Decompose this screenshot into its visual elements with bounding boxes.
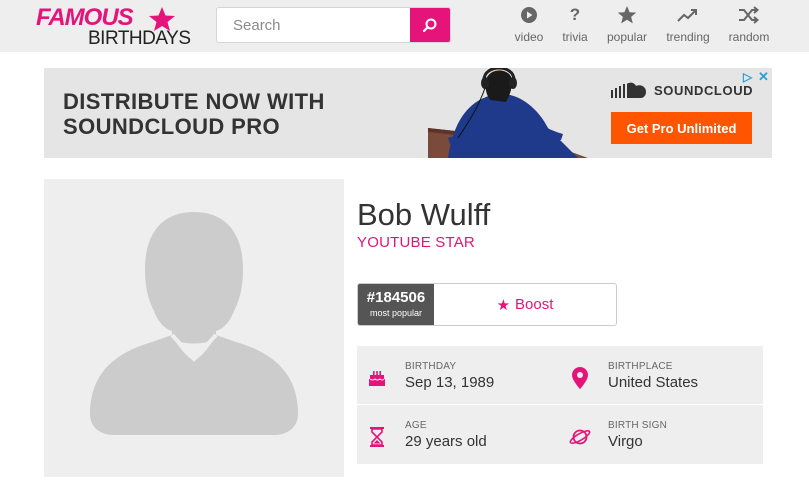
ad-headline: DISTRIBUTE NOW WITH SOUNDCLOUD PRO: [63, 89, 325, 139]
boost-button[interactable]: ★ Boost: [434, 284, 616, 325]
ad-cta-button[interactable]: Get Pro Unlimited: [611, 112, 752, 144]
nav-video[interactable]: video: [503, 4, 555, 48]
ad-headline-line2: SOUNDCLOUD PRO: [63, 114, 281, 139]
soundcloud-logo-icon: [611, 82, 646, 98]
rank-number: #184506: [366, 289, 426, 306]
nav-trivia[interactable]: ? trivia: [549, 4, 601, 48]
fact-birthplace-label: BIRTHPLACE: [608, 361, 673, 372]
search-icon: [422, 18, 437, 33]
fact-birthday: BIRTHDAY Sep 13, 1989: [357, 346, 557, 404]
nav-trivia-label: trivia: [562, 30, 588, 44]
ad-banner[interactable]: DISTRIBUTE NOW WITH SOUNDCLOUD PRO SOUND…: [44, 68, 772, 158]
nav-video-label: video: [514, 30, 544, 44]
fact-birth-sign-label: BIRTH SIGN: [608, 420, 668, 431]
fact-birth-sign-value[interactable]: Virgo: [608, 433, 643, 450]
fact-age: AGE 29 years old: [357, 405, 557, 463]
site-header: FAMOUS BIRTHDAYS video ? trivia: [0, 0, 809, 52]
profile-photo-placeholder: [44, 179, 344, 477]
facts-panel: BIRTHDAY Sep 13, 1989 BIRTHPLACE United …: [357, 346, 763, 464]
nav-random-label: random: [728, 30, 770, 44]
ad-close-icon[interactable]: ✕: [758, 69, 769, 85]
location-pin-icon: [572, 367, 588, 389]
default-avatar-icon: [90, 212, 298, 435]
search-bar: [216, 7, 451, 43]
ad-brand: SOUNDCLOUD: [610, 80, 753, 100]
fact-birthday-value[interactable]: Sep 13, 1989: [405, 374, 494, 391]
fact-birthday-label: BIRTHDAY: [405, 361, 457, 372]
site-logo[interactable]: FAMOUS BIRTHDAYS: [36, 5, 191, 49]
fact-birthplace: BIRTHPLACE United States: [560, 346, 760, 404]
star-icon: [617, 6, 637, 24]
shuffle-icon: [739, 6, 760, 24]
cake-icon: [369, 371, 385, 386]
trending-icon: [677, 9, 697, 22]
fact-age-label: AGE: [405, 420, 427, 431]
boost-star-icon: ★: [496, 296, 511, 314]
popularity-box: #184506 most popular ★ Boost: [357, 283, 617, 326]
nav-random[interactable]: random: [723, 4, 775, 48]
fact-age-value: 29 years old: [405, 433, 487, 450]
fact-birthplace-value[interactable]: United States: [608, 374, 698, 391]
question-icon: ?: [569, 5, 581, 24]
logo-text-birthdays: BIRTHDAYS: [88, 28, 191, 49]
ad-headline-line1: DISTRIBUTE NOW WITH: [63, 89, 325, 114]
nav-popular[interactable]: popular: [601, 4, 653, 48]
nav-trending-label: trending: [666, 30, 710, 44]
planet-icon: [569, 429, 591, 445]
ad-choices-icon[interactable]: ▷: [743, 70, 752, 84]
play-icon: [521, 7, 537, 23]
search-button[interactable]: [410, 8, 450, 42]
hourglass-icon: [370, 427, 384, 447]
rank-label: most popular: [369, 308, 423, 318]
search-input[interactable]: [217, 8, 412, 42]
nav-trending[interactable]: trending: [662, 4, 714, 48]
celebrity-profession[interactable]: YOUTUBE STAR: [357, 234, 475, 251]
ad-photo-woman-with-headphones: [428, 68, 618, 158]
celebrity-name: Bob Wulff: [357, 197, 491, 232]
boost-label: Boost: [515, 296, 554, 313]
nav-popular-label: popular: [606, 30, 648, 44]
ad-brand-name: SOUNDCLOUD: [654, 82, 754, 98]
fact-birth-sign: BIRTH SIGN Virgo: [560, 405, 760, 463]
popularity-rank: #184506 most popular: [358, 284, 434, 325]
